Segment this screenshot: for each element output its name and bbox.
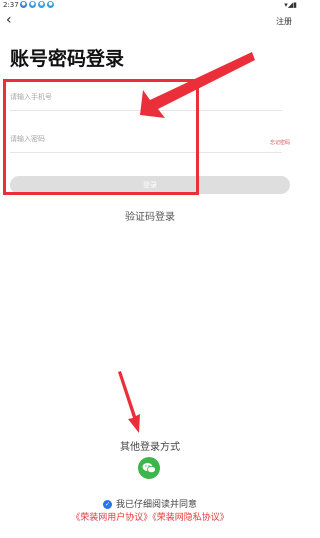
wechat-icon[interactable]: [138, 457, 160, 479]
agreement-links[interactable]: 《荣装网用户协议》《荣装网隐私协议》: [0, 510, 300, 523]
annotation-arrow-bottom: [118, 371, 140, 433]
annotation-arrow-top: [140, 52, 255, 118]
agreement-checkbox[interactable]: ✓: [102, 500, 112, 509]
other-login-label: 其他登录方式: [120, 442, 180, 453]
agreement-text: 我已仔细阅读并同意: [115, 500, 197, 510]
agreement-row: ✓ 我已仔细阅读并同意: [0, 497, 300, 510]
